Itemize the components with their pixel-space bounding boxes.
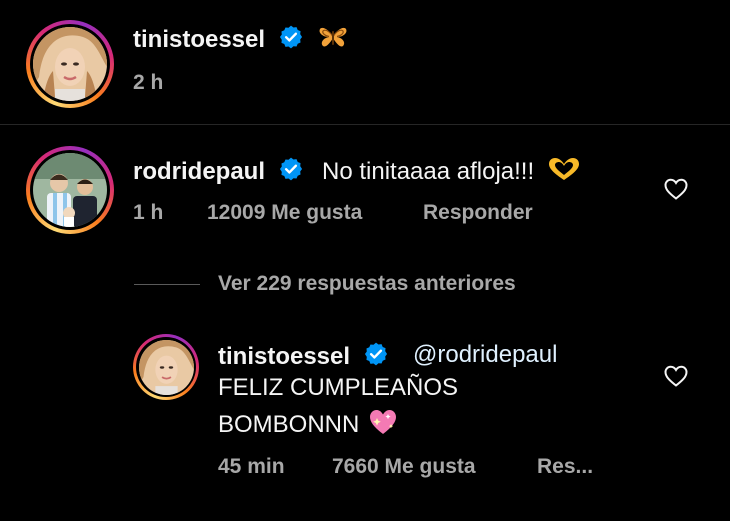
- post-header: tinistoessel 2 h: [0, 0, 730, 124]
- heart-outline-icon: [664, 365, 688, 387]
- reply-username[interactable]: tinistoessel: [218, 343, 350, 370]
- reply-button[interactable]: Responder: [423, 201, 533, 225]
- heart-outline-icon: [664, 178, 688, 200]
- reply-body: BOMBONNN: [218, 410, 360, 438]
- verified-badge-icon: [363, 341, 389, 374]
- reply-mention[interactable]: @rodridepaul: [413, 341, 557, 369]
- reply-like-button[interactable]: [662, 362, 690, 390]
- divider: [0, 124, 730, 125]
- view-replies-label[interactable]: Ver 229 respuestas anteriores: [218, 272, 516, 296]
- verified-badge-icon: [278, 156, 304, 189]
- view-previous-replies-button[interactable]: Ver 229 respuestas anteriores: [134, 270, 516, 298]
- comment-like-button[interactable]: [662, 175, 690, 203]
- divider: [134, 283, 200, 285]
- username-label[interactable]: tinistoessel: [133, 26, 265, 53]
- reply-text-line-1: FELIZ CUMPLEAÑOS: [218, 374, 459, 401]
- reply-button[interactable]: Res...: [537, 455, 593, 479]
- butterfly-emoji-icon: [318, 25, 348, 56]
- comment-body: No tinitaaaa afloja!!!: [322, 157, 535, 185]
- avatar[interactable]: [33, 153, 107, 227]
- avatar[interactable]: [33, 27, 107, 101]
- post-username[interactable]: tinistoessel: [133, 24, 348, 57]
- comments-screen: tinistoessel 2 h rodridepaul No tinitaaa…: [0, 0, 730, 521]
- post-avatar-ring[interactable]: [26, 20, 114, 108]
- sparkling-heart-emoji-icon: [368, 408, 398, 443]
- comment-avatar-ring[interactable]: [26, 146, 114, 234]
- comment-text: No tinitaaaa afloja!!!: [322, 156, 581, 189]
- verified-badge-icon: [278, 24, 304, 57]
- comment-likes[interactable]: 12009 Me gusta: [207, 201, 362, 225]
- comment-username[interactable]: rodridepaul: [133, 158, 265, 185]
- reply-avatar-ring[interactable]: [133, 334, 199, 400]
- reply-likes[interactable]: 7660 Me gusta: [332, 455, 476, 479]
- comment-time: 1 h: [133, 201, 164, 224]
- avatar[interactable]: [138, 339, 194, 395]
- mention-link[interactable]: @rodridepaul: [413, 341, 557, 368]
- reply-header: tinistoessel: [218, 341, 389, 374]
- reply-text-line-2: BOMBONNN: [218, 408, 398, 443]
- heart-hands-emoji-icon: [547, 156, 581, 189]
- post-time: 2 h: [133, 71, 164, 94]
- reply-time: 45 min: [218, 455, 285, 478]
- comment-header: rodridepaul: [133, 156, 304, 189]
